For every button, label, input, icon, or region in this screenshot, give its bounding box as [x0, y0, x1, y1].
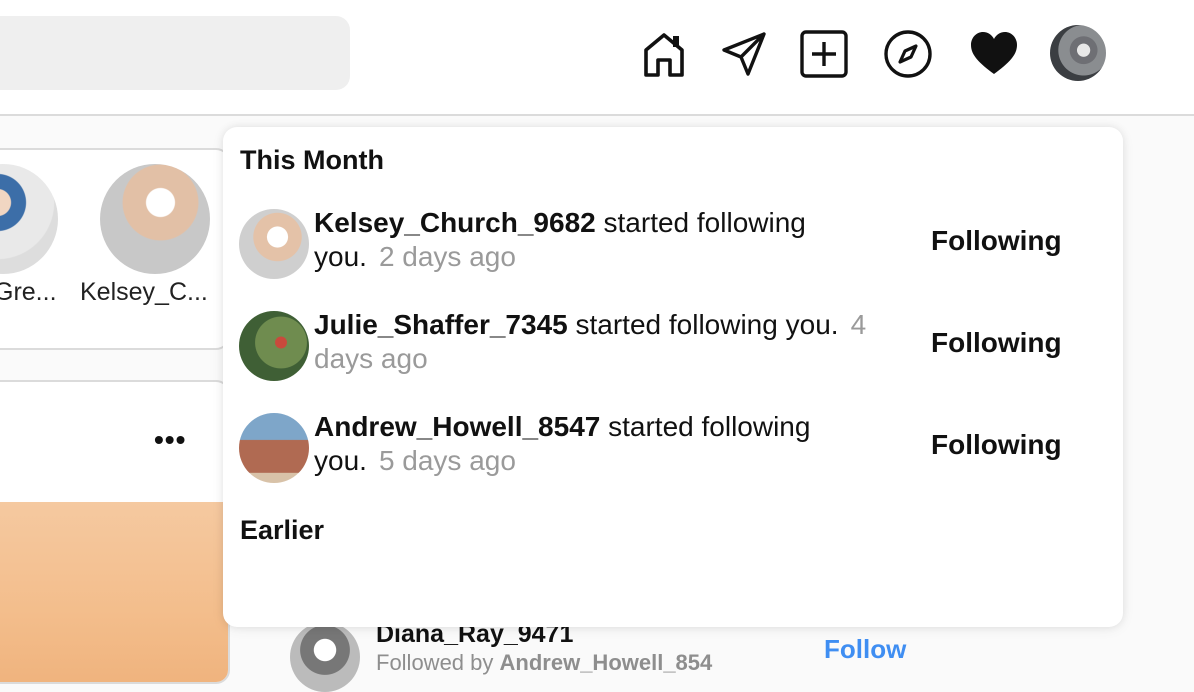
- story-avatar[interactable]: [100, 164, 210, 274]
- notification-text: Julie_Shaffer_7345 started following you…: [314, 308, 874, 376]
- send-icon[interactable]: [718, 28, 770, 80]
- avatar[interactable]: [1050, 25, 1106, 81]
- story-avatar[interactable]: [0, 164, 58, 274]
- notification-item[interactable]: Kelsey_Church_9682 started following you…: [239, 206, 1099, 289]
- notification-item[interactable]: Julie_Shaffer_7345 started following you…: [239, 308, 1099, 391]
- post-image[interactable]: [0, 502, 228, 682]
- suggestion-subtitle: Followed by Andrew_Howell_854: [376, 650, 712, 676]
- notification-username[interactable]: Kelsey_Church_9682: [314, 207, 596, 238]
- explore-icon[interactable]: [882, 28, 934, 80]
- feed-post: •••: [0, 380, 230, 684]
- more-options-icon[interactable]: •••: [154, 424, 186, 456]
- home-icon[interactable]: [638, 28, 690, 80]
- follow-button[interactable]: Follow: [824, 634, 906, 665]
- notification-avatar[interactable]: [239, 413, 309, 483]
- notification-you: you.: [314, 241, 367, 272]
- following-button[interactable]: Following: [931, 429, 1062, 461]
- activity-dropdown: This Month Kelsey_Church_9682 started fo…: [223, 127, 1123, 627]
- top-nav: [0, 0, 1194, 116]
- following-button[interactable]: Following: [931, 225, 1062, 257]
- stories-tray: Gre... Kelsey_C...: [0, 148, 230, 350]
- notification-you: you.: [314, 445, 367, 476]
- notification-time: 2 days ago: [378, 241, 516, 272]
- following-button[interactable]: Following: [931, 327, 1062, 359]
- notification-text: Kelsey_Church_9682 started following you…: [314, 206, 874, 274]
- story-name[interactable]: Gre...: [0, 278, 57, 307]
- notification-username[interactable]: Andrew_Howell_8547: [314, 411, 600, 442]
- notification-avatar[interactable]: [239, 209, 309, 279]
- search-input[interactable]: [0, 16, 350, 90]
- section-title-earlier: Earlier: [240, 515, 325, 545]
- notification-username[interactable]: Julie_Shaffer_7345: [314, 309, 568, 340]
- story-name[interactable]: Kelsey_C...: [80, 278, 208, 307]
- notification-avatar[interactable]: [239, 311, 309, 381]
- notification-time: 5 days ago: [378, 445, 516, 476]
- notification-text: Andrew_Howell_8547 started following you…: [314, 410, 874, 478]
- section-title-this-month: This Month: [240, 145, 384, 175]
- suggestion-avatar[interactable]: [290, 622, 360, 692]
- suggestion-sub-prefix: Followed by: [376, 650, 500, 675]
- heart-icon[interactable]: [968, 28, 1020, 80]
- suggestion-sub-user: Andrew_Howell_854: [499, 650, 713, 675]
- notification-you: you.: [785, 309, 839, 340]
- notification-item[interactable]: Andrew_Howell_8547 started following you…: [239, 410, 1099, 493]
- notification-action: started following: [575, 309, 778, 340]
- notification-action: started following: [608, 411, 811, 442]
- notification-action: started following: [603, 207, 806, 238]
- new-post-icon[interactable]: [798, 28, 850, 80]
